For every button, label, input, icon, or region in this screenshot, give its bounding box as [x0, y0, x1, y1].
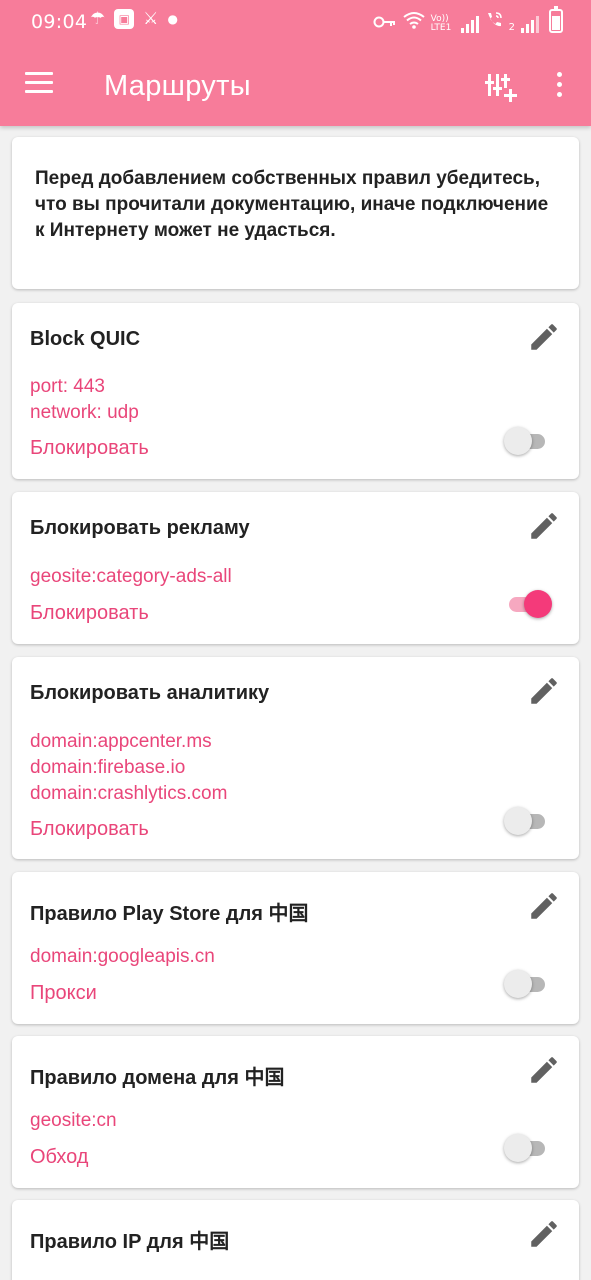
- edit-icon[interactable]: [527, 509, 561, 543]
- signal-1-icon: [460, 15, 479, 33]
- rule-card[interactable]: Block QUIC port: 443 network: udp Блокир…: [12, 303, 579, 479]
- rule-detail: domain:appcenter.ms: [30, 731, 212, 752]
- status-time: 09:04: [31, 11, 88, 33]
- rule-card[interactable]: Правило IP для 中国: [12, 1200, 579, 1280]
- wifi-call-icon: [485, 11, 503, 33]
- edit-icon[interactable]: [527, 1217, 561, 1251]
- rule-detail: domain:googleapis.cn: [30, 946, 215, 967]
- edit-icon[interactable]: [527, 889, 561, 923]
- rule-toggle[interactable]: [504, 588, 552, 620]
- rule-card[interactable]: Блокировать рекламу geosite:category-ads…: [12, 492, 579, 644]
- app-badge-icon: ▣: [114, 9, 135, 29]
- wifi-icon: [403, 11, 425, 33]
- rule-action: Блокировать: [30, 437, 149, 459]
- dot-icon: ●: [167, 12, 178, 26]
- rule-title: Блокировать рекламу: [30, 517, 250, 539]
- rule-action: Блокировать: [30, 818, 149, 840]
- page-title: Маршруты: [104, 70, 251, 102]
- rule-card[interactable]: Правило домена для 中国 geosite:cn Обход: [12, 1036, 579, 1188]
- rule-detail: domain:crashlytics.com: [30, 783, 228, 804]
- add-rule-icon[interactable]: [485, 72, 517, 104]
- rule-title: Block QUIC: [30, 328, 141, 350]
- rule-card[interactable]: Блокировать аналитику domain:appcenter.m…: [12, 657, 579, 859]
- status-right-icons: Vo)) LTE1 2: [373, 6, 563, 33]
- rule-action: Прокси: [30, 982, 97, 1004]
- rule-card[interactable]: Правило Play Store для 中国 domain:googlea…: [12, 872, 579, 1024]
- status-bar: 09:04 ☂ ▣ ⚔ ● Vo)) LTE1 2: [0, 0, 591, 44]
- rule-title: Правило домена для 中国: [30, 1067, 285, 1089]
- rule-detail: geosite:cn: [30, 1110, 117, 1131]
- menu-icon[interactable]: [25, 72, 55, 102]
- rule-toggle[interactable]: [504, 425, 552, 457]
- rule-detail: domain:firebase.io: [30, 757, 186, 778]
- rule-title: Блокировать аналитику: [30, 682, 270, 704]
- network-label: Vo)) LTE1: [430, 14, 452, 33]
- notice-text: Перед добавлением собственных правил убе…: [35, 168, 549, 241]
- battery-icon: [549, 6, 563, 33]
- edit-icon[interactable]: [527, 320, 561, 354]
- rule-toggle[interactable]: [504, 968, 552, 1000]
- rule-title: Правило IP для 中国: [30, 1231, 230, 1253]
- edit-icon[interactable]: [527, 674, 561, 708]
- rule-action: Обход: [30, 1146, 89, 1168]
- app-bar: 09:04 ☂ ▣ ⚔ ● Vo)) LTE1 2 Маршруты: [0, 0, 591, 126]
- signal-2-icon: [521, 15, 539, 33]
- vpn-key-icon: [373, 15, 397, 33]
- umbrella-icon: ☂: [90, 9, 106, 29]
- notification-icons: ☂ ▣ ⚔ ●: [90, 9, 178, 29]
- rule-detail: port: 443: [30, 376, 105, 397]
- rule-toggle[interactable]: [504, 805, 552, 837]
- sim2-label: 2: [508, 22, 515, 33]
- rule-title: Правило Play Store для 中国: [30, 903, 309, 925]
- crossed-tools-icon: ⚔: [143, 9, 159, 29]
- rule-action: Блокировать: [30, 602, 149, 624]
- rule-toggle[interactable]: [504, 1132, 552, 1164]
- notice-card: Перед добавлением собственных правил убе…: [12, 137, 579, 289]
- edit-icon[interactable]: [527, 1053, 561, 1087]
- rule-detail: network: udp: [30, 402, 139, 423]
- more-vert-icon[interactable]: [548, 72, 570, 102]
- rule-detail: geosite:category-ads-all: [30, 566, 232, 587]
